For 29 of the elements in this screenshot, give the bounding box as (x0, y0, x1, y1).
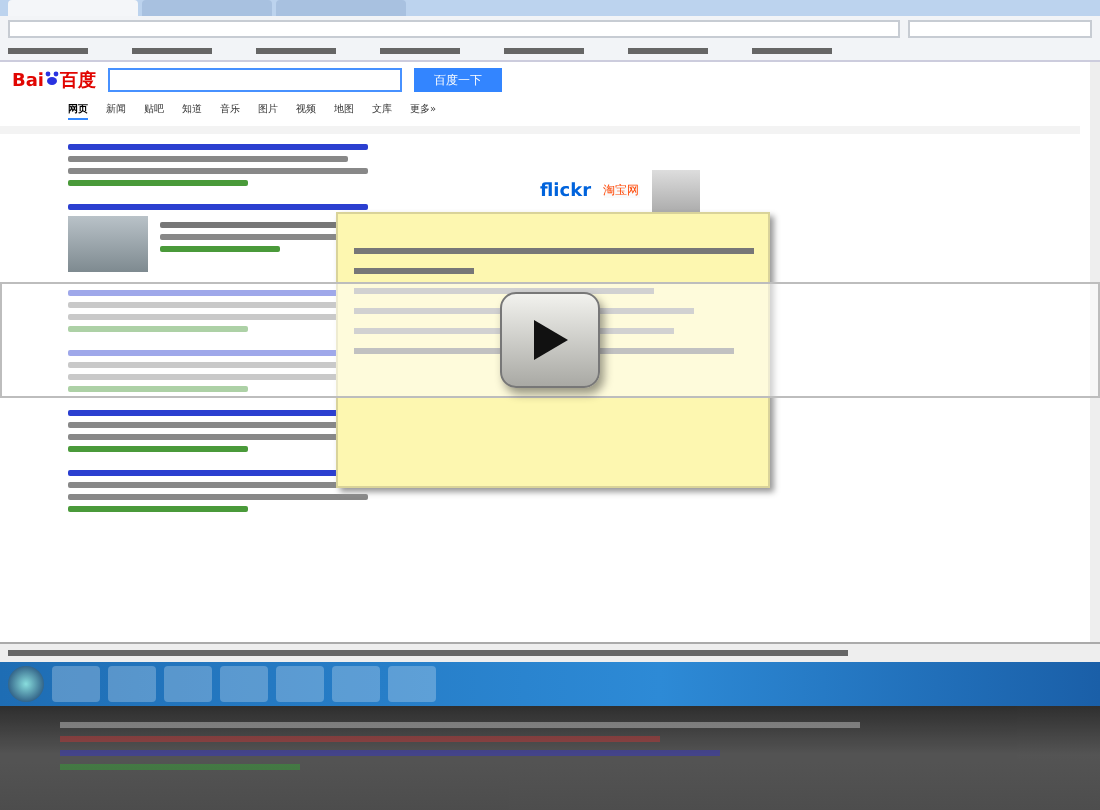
bookmark-item[interactable] (380, 47, 460, 53)
taskbar-icon[interactable] (220, 666, 268, 702)
taskbar-icon[interactable] (164, 666, 212, 702)
taskbar-icon[interactable] (108, 666, 156, 702)
paw-icon (44, 71, 61, 91)
start-button[interactable] (8, 666, 44, 702)
browser-tab[interactable] (8, 0, 138, 16)
bookmark-item[interactable] (504, 47, 584, 53)
address-field[interactable] (8, 19, 900, 37)
play-icon (530, 318, 570, 362)
taskbar-icon[interactable] (332, 666, 380, 702)
text-line (160, 246, 280, 252)
taskbar-icon[interactable] (276, 666, 324, 702)
search-field[interactable] (108, 68, 403, 92)
text-line (354, 268, 474, 274)
browser-tab[interactable] (142, 0, 272, 16)
bookmark-item[interactable] (132, 47, 212, 53)
logo-text: flickr (540, 182, 592, 202)
bookmark-item[interactable] (256, 47, 336, 53)
browser-tab[interactable] (276, 0, 406, 16)
thumbnail-image (651, 170, 700, 214)
bookmark-item[interactable] (8, 47, 88, 53)
play-button[interactable] (500, 292, 600, 388)
thumbnail-image (68, 216, 148, 272)
taskbar-icon[interactable] (388, 666, 436, 702)
site-logo: Bai 百度 (12, 68, 97, 93)
search-field[interactable] (908, 19, 1092, 37)
bookmark-item[interactable] (752, 47, 832, 53)
bookmark-item[interactable] (628, 47, 708, 53)
